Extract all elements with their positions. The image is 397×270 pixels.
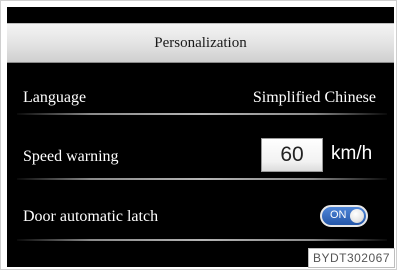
- door-latch-setting-row: Door automatic latch ON: [7, 193, 394, 245]
- row-divider: [17, 178, 387, 180]
- speed-warning-setting-row: Speed warning 60 km/h: [7, 132, 394, 184]
- title-bar: Personalization: [7, 23, 394, 63]
- row-divider: [17, 113, 387, 115]
- door-latch-toggle[interactable]: ON: [320, 205, 368, 227]
- page-title: Personalization: [154, 34, 247, 51]
- language-setting-row[interactable]: Language Simplified Chinese: [7, 75, 394, 127]
- toggle-knob-icon: [350, 209, 364, 223]
- speed-warning-value: 60: [280, 143, 304, 166]
- row-divider: [17, 239, 387, 241]
- toggle-state-label: ON: [330, 209, 347, 221]
- figure-frame: Personalization Language Simplified Chin…: [0, 0, 397, 270]
- figure-code-label: BYDT302067: [307, 248, 395, 268]
- display-screen: Personalization Language Simplified Chin…: [7, 7, 394, 267]
- speed-warning-input[interactable]: 60: [261, 138, 323, 172]
- speed-warning-label: Speed warning: [23, 148, 119, 165]
- door-latch-label: Door automatic latch: [23, 208, 159, 225]
- language-label: Language: [23, 89, 87, 106]
- language-value[interactable]: Simplified Chinese: [253, 89, 376, 107]
- speed-unit-label: km/h: [331, 143, 373, 164]
